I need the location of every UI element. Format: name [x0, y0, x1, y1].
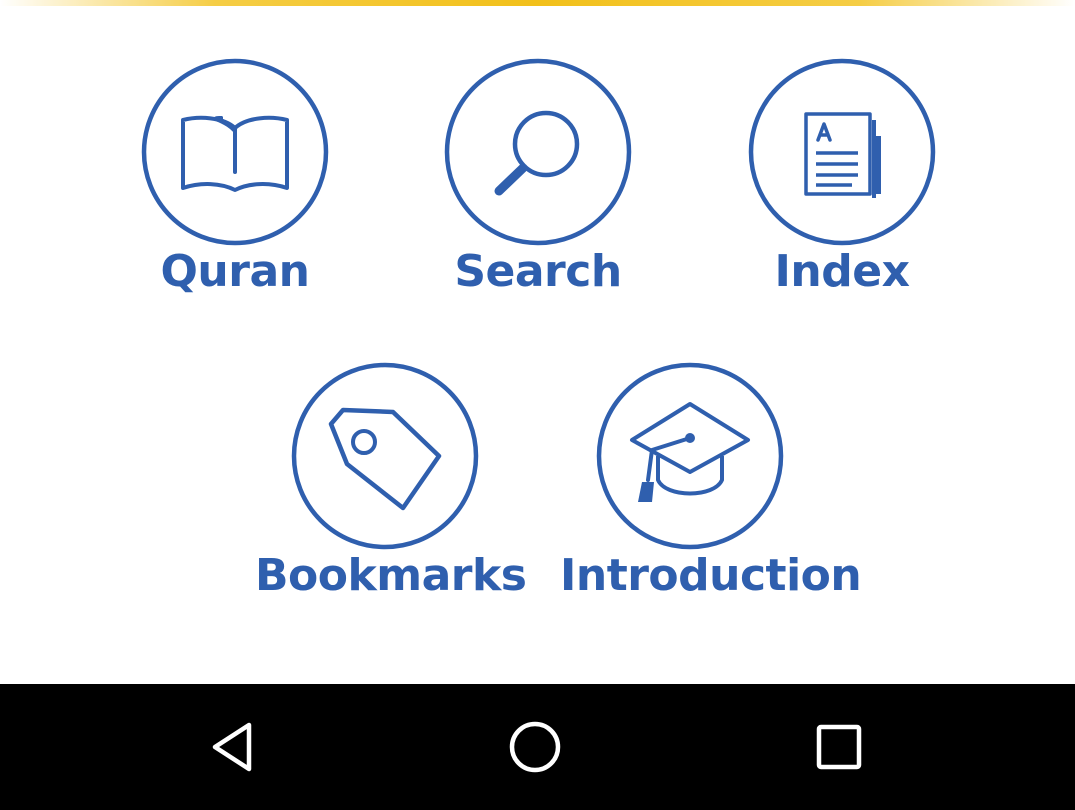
search-label: Search [454, 246, 622, 297]
quran-label: Quran [160, 246, 310, 297]
quran-button[interactable]: Quran [105, 58, 365, 318]
recent-apps-square-icon [816, 724, 862, 770]
recent-apps-button[interactable] [809, 717, 869, 777]
search-button[interactable]: Search [408, 58, 668, 318]
introduction-label: Introduction [560, 550, 862, 601]
index-label: Index [774, 246, 910, 297]
introduction-button[interactable]: Introduction [560, 362, 862, 622]
system-navigation-bar [0, 684, 1075, 810]
index-document-icon [804, 112, 881, 198]
tag-icon [328, 407, 442, 511]
graduation-cap-icon [630, 402, 750, 502]
home-button[interactable] [505, 717, 565, 777]
introduction-circle [596, 362, 784, 550]
back-button[interactable] [203, 717, 263, 777]
bookmarks-circle [291, 362, 479, 550]
search-circle [444, 58, 632, 246]
index-circle [748, 58, 936, 246]
top-accent-bar [0, 0, 1075, 6]
home-circle-icon [509, 721, 561, 773]
bookmarks-button[interactable]: Bookmarks [255, 362, 527, 622]
bookmarks-label: Bookmarks [255, 550, 527, 601]
quran-circle [141, 58, 329, 246]
home-screen: Quran Search Index Bookmarks Introductio… [0, 0, 1075, 810]
magnifier-icon [494, 110, 580, 196]
index-button[interactable]: Index [712, 58, 972, 318]
back-triangle-icon [212, 722, 252, 772]
